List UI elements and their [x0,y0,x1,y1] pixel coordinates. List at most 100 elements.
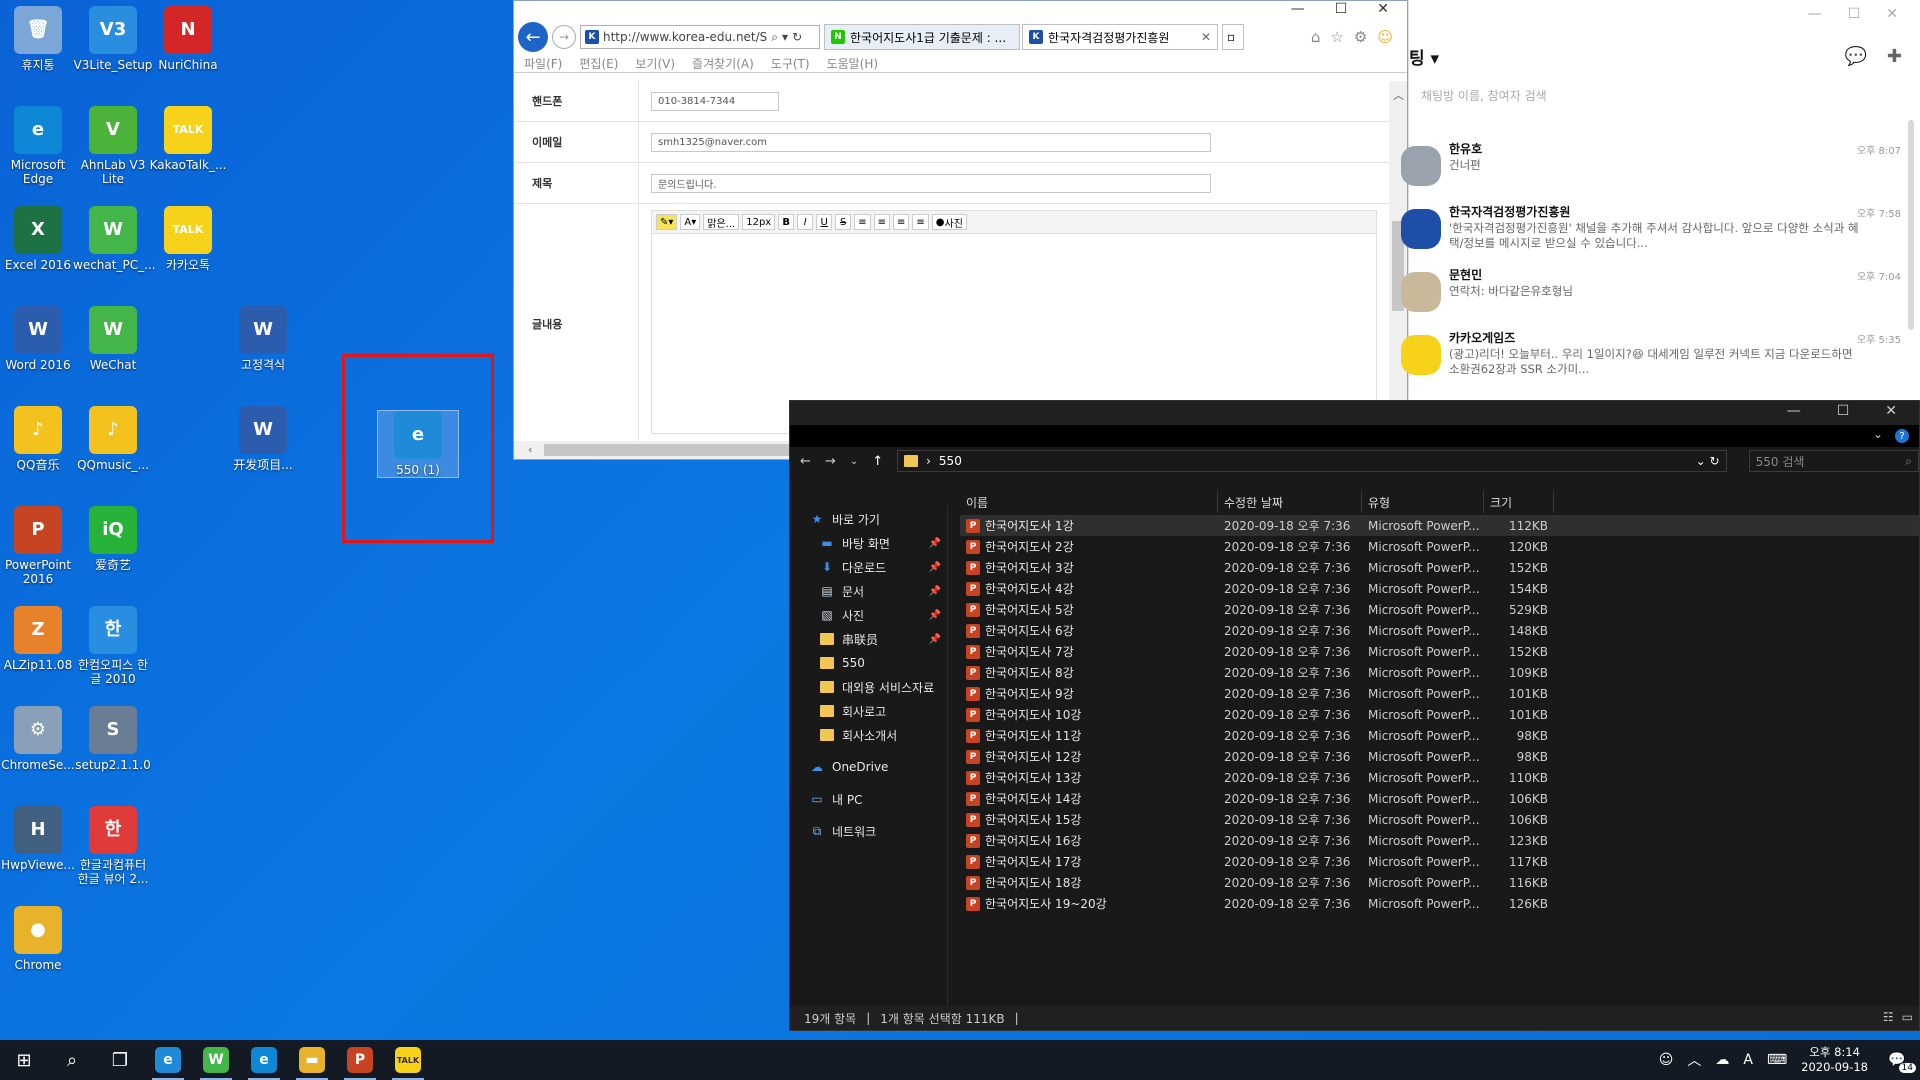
file-row[interactable]: P 한국어지도사 8강 2020-09-18 오후 7:36 Microsoft Po… [960,662,1919,683]
column-type[interactable]: 유형 [1362,491,1484,513]
font-color-icon[interactable]: A▾ [680,214,701,230]
up-arrow-icon[interactable]: ↑ [872,454,883,469]
chevron-down-icon[interactable]: ⌄ [1873,427,1883,441]
nav-item[interactable]: ★ 바로 가기 [790,507,947,531]
desktop-icon[interactable]: W Word 2016 [0,306,78,372]
nav-item[interactable]: 대외용 서비스자료 [790,675,947,699]
notification-icon[interactable]: 💬 14 [1882,1045,1916,1075]
chat-bubble-icon[interactable]: 💬 [1844,46,1866,67]
file-row[interactable]: P 한국어지도사 1강 2020-09-18 오후 7:36 Microsoft Po… [960,515,1919,536]
column-date[interactable]: 수정한 날짜 [1218,491,1362,513]
file-row[interactable]: P 한국어지도사 12강 2020-09-18 오후 7:36 Microsoft P… [960,746,1919,767]
windows-start-icon[interactable]: ⊞ [0,1040,48,1080]
taskbar-app-kakaotalk[interactable]: TALK [384,1040,432,1080]
close-tab-icon[interactable]: ✕ [1201,30,1211,44]
desktop-icon[interactable]: 한 한글과컴퓨터 한글 뷰어 2... [73,806,153,886]
desktop-icon[interactable]: Z ALZip11.08 [0,606,78,672]
refresh-icon[interactable]: ↻ [792,30,802,44]
file-row[interactable]: P 한국어지도사 4강 2020-09-18 오후 7:36 Microsoft Po… [960,578,1919,599]
address-bar[interactable]: K http://www.korea-edu.net/S ⌕ ▾ ↻ [580,25,820,49]
browser-tab[interactable]: K 한국자격검정평가진흥원 ✕ [1022,24,1218,50]
clock[interactable]: 오후 8:14 2020-09-18 [1801,1045,1868,1075]
task-view-icon[interactable]: ❐ [96,1040,144,1080]
align-left-icon[interactable]: ≡ [854,214,871,230]
nav-item[interactable]: ▭ 내 PC [790,787,947,811]
home-icon[interactable]: ⌂ [1311,28,1321,46]
kakao-scrollbar[interactable] [1908,120,1914,330]
taskbar-app-edge[interactable]: e [240,1040,288,1080]
italic-icon[interactable]: I [797,214,814,230]
desktop-icon[interactable]: W 고정격식 [223,306,303,372]
menu-item[interactable]: 즐겨찾기(A) [692,55,754,72]
nav-item[interactable]: ▬ 바탕 화면 📌 [790,531,947,555]
close-icon[interactable]: ✕ [1377,1,1389,19]
minimize-icon[interactable]: — [1787,403,1801,419]
photo-button[interactable]: ● 사진 [931,214,967,230]
nav-item[interactable]: ☁ OneDrive [790,755,947,779]
desktop-icon[interactable]: 🗑 휴지통 [0,6,78,72]
file-row[interactable]: P 한국어지도사 6강 2020-09-18 오후 7:36 Microsoft Po… [960,620,1919,641]
desktop-icon[interactable]: iQ 爱奇艺 [73,506,153,572]
minimize-icon[interactable]: — [1291,1,1305,19]
nav-item[interactable]: 串联员 📌 [790,627,947,651]
desktop-icon[interactable]: V3 V3Lite_Setup [73,6,153,72]
underline-icon[interactable]: U [816,214,833,230]
gear-icon[interactable]: ⚙ [1354,28,1367,46]
file-row[interactable]: P 한국어지도사 11강 2020-09-18 오후 7:36 Microsoft P… [960,725,1919,746]
nav-item[interactable]: ⬇ 다운로드 📌 [790,555,947,579]
desktop-icon[interactable]: 한 한컴오피스 한글 2010 [73,606,153,686]
desktop-icon[interactable]: Ssetup2.1.1.0 [73,706,153,772]
strike-icon[interactable]: S [835,214,852,230]
file-row[interactable]: P 한국어지도사 15강 2020-09-18 오후 7:36 Microsoft P… [960,809,1919,830]
bold-icon[interactable]: B [778,214,795,230]
align-center-icon[interactable]: ≡ [873,214,890,230]
new-chat-icon[interactable]: ✚ [1887,46,1902,67]
new-tab-button[interactable]: ▫ [1222,24,1244,50]
menu-item[interactable]: 보기(V) [635,55,675,72]
refresh-icon[interactable]: ⌄ ↻ [1696,454,1726,468]
chat-item[interactable]: 문현민 연락처: 바다같은유호형님 오후 7:04 [1401,266,1901,326]
browser-tab[interactable]: N 한국어지도사1급 기출문제 : ... [824,24,1020,50]
file-row[interactable]: P 한국어지도사 19~20강 2020-09-18 오후 7:36 Microsof… [960,893,1919,914]
align-right-icon[interactable]: ≡ [893,214,910,230]
smiley-icon[interactable]: ☺ [1377,28,1393,46]
tiles-view-icon[interactable]: ▭ [1902,1010,1913,1024]
column-size[interactable]: 크기 [1484,491,1554,513]
help-icon[interactable]: ? [1895,429,1909,443]
file-row[interactable]: P 한국어지도사 5강 2020-09-18 오후 7:36 Microsoft Po… [960,599,1919,620]
taskbar-app-wechat[interactable]: W [192,1040,240,1080]
forward-arrow-icon[interactable]: → [825,454,836,469]
search-icon[interactable]: ⌕ [771,30,778,45]
keyboard-icon[interactable]: ⌨ [1767,1052,1787,1068]
align-justify-icon[interactable]: ≡ [912,214,929,230]
taskbar-app-ie[interactable]: e [144,1040,192,1080]
nav-item[interactable]: 550 [790,651,947,675]
address-path[interactable]: › 550 ⌄ ↻ [897,450,1727,472]
file-row[interactable]: P 한국어지도사 13강 2020-09-18 오후 7:36 Microsoft P… [960,767,1919,788]
desktop-icon[interactable]: ⚙ ChromeSe... [0,706,78,772]
forward-arrow-icon[interactable]: → [552,25,576,49]
desktop-icon[interactable]: ● Chrome [0,906,78,972]
scroll-left-icon[interactable]: ‹ [528,443,532,456]
menu-item[interactable]: 편집(E) [579,55,618,72]
maximize-icon[interactable]: ☐ [1848,6,1861,22]
maximize-icon[interactable]: ☐ [1335,1,1348,19]
desktop-icon[interactable]: N NuriChina [148,6,228,72]
file-row[interactable]: P 한국어지도사 9강 2020-09-18 오후 7:36 Microsoft Po… [960,683,1919,704]
desktop-icon[interactable]: P PowerPoint 2016 [0,506,78,586]
desktop-icon[interactable]: X Excel 2016 [0,206,78,272]
back-arrow-icon[interactable]: ← [800,454,811,469]
details-view-icon[interactable]: ☷ [1883,1010,1894,1024]
back-arrow-icon[interactable]: ← [518,22,548,52]
desktop-icon[interactable]: ♪ QQmusic_... [73,406,153,472]
file-row[interactable]: P 한국어지도사 7강 2020-09-18 오후 7:36 Microsoft Po… [960,641,1919,662]
subject-field[interactable]: 문의드립니다. [651,173,1211,193]
desktop-icon[interactable]: TALK 카카오톡 [148,206,228,272]
nav-item[interactable]: 회사소개서 [790,723,947,747]
person-icon[interactable]: ☺ [1659,1052,1674,1068]
explorer-search-input[interactable]: 550 검색 ⌕ [1748,450,1919,472]
kakao-search-input[interactable]: 채팅방 이름, 참여자 검색 [1415,84,1893,106]
desktop-icon[interactable]: W 开发项目... [223,406,303,472]
file-row[interactable]: P 한국어지도사 2강 2020-09-18 오후 7:36 Microsoft Po… [960,536,1919,557]
recent-chevron-icon[interactable]: ⌄ [850,456,858,467]
